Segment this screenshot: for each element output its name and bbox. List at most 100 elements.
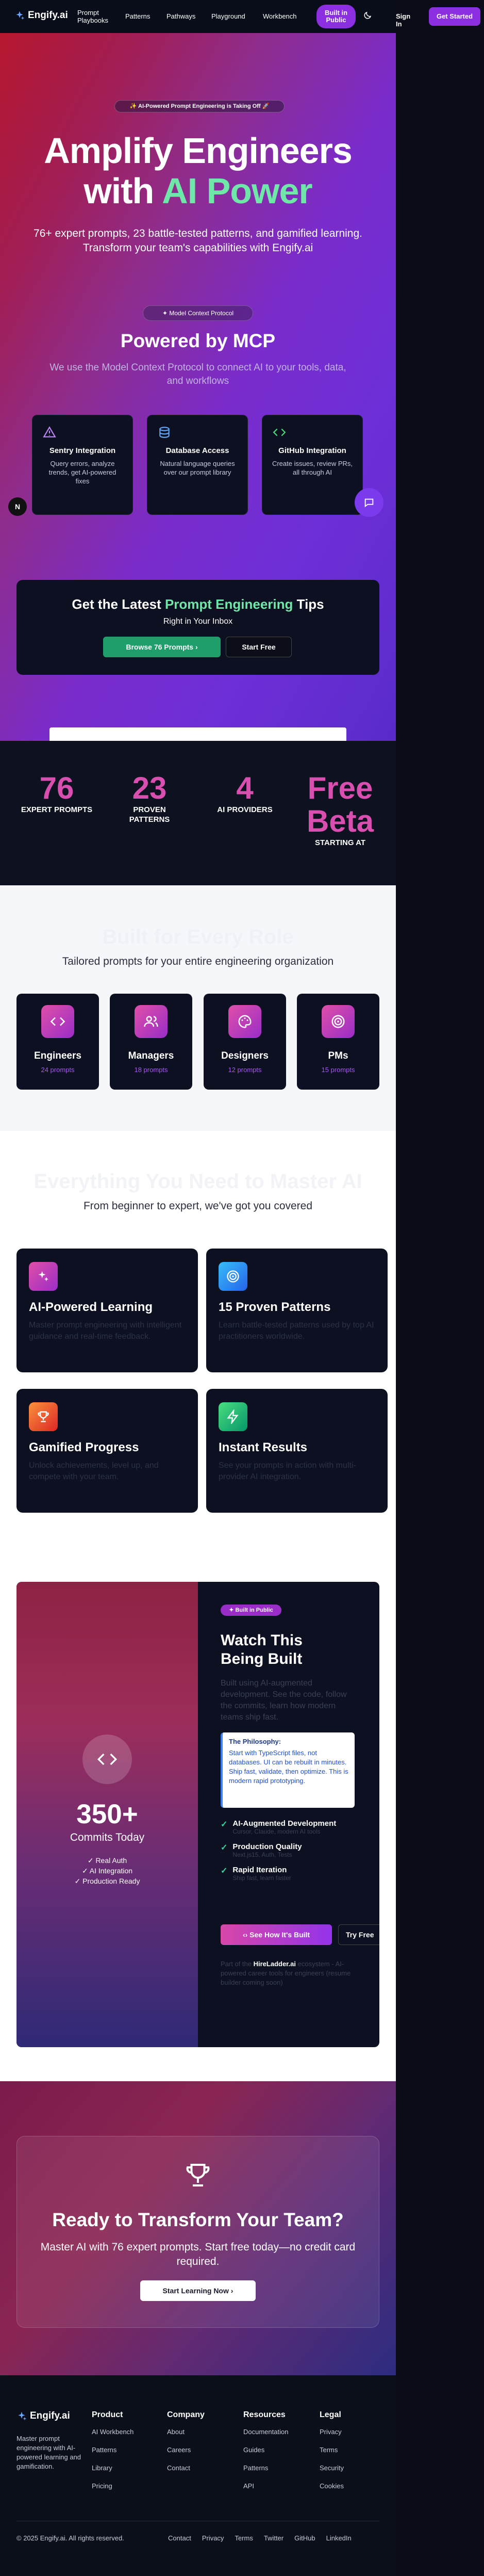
feature-card-gamified[interactable]: Gamified Progress Unlock achievements, l… (16, 1389, 198, 1513)
mcp-card-sentry[interactable]: Sentry Integration Query errors, analyze… (32, 415, 133, 515)
mcp-description: We use the Model Context Protocol to con… (49, 362, 346, 386)
sparkles-icon (18, 2411, 27, 2421)
footer-logo[interactable]: Engify.ai (16, 2410, 70, 2422)
commits-count: 350+ (76, 1799, 138, 1829)
role-card-engineers[interactable]: Engineers 24 prompts (16, 994, 99, 1090)
role-title: Managers (128, 1050, 174, 1061)
mcp-card-github[interactable]: GitHub Integration Create issues, review… (262, 415, 363, 515)
newsletter-title: Get the Latest Prompt Engineering Tips (72, 596, 324, 612)
nav-link-pathways[interactable]: Pathways (166, 12, 195, 20)
footer-link[interactable]: Patterns (92, 2446, 133, 2454)
code-icon (41, 1005, 74, 1038)
code-icon (82, 1735, 132, 1784)
built-left-panel: 350+ Commits Today ✓ Real Auth ✓ AI Inte… (16, 1582, 198, 2047)
nav-logo-text: Engify.ai (28, 10, 68, 21)
chat-icon[interactable] (355, 488, 383, 517)
sparkles-icon (16, 11, 25, 20)
footer-bottom-link[interactable]: LinkedIn (326, 2534, 352, 2542)
footer-bottom-link[interactable]: GitHub (294, 2534, 315, 2542)
hero-title-line2: with AI Power (84, 171, 313, 211)
trophy-icon (29, 1402, 58, 1431)
mcp-card-desc: Natural language queries over our prompt… (160, 460, 235, 476)
footer-link[interactable]: Careers (167, 2446, 205, 2454)
trophy-icon (182, 2160, 213, 2193)
footer-bottom-link[interactable]: Terms (235, 2534, 253, 2542)
feature-card-ai-learning[interactable]: AI-Powered Learning Master prompt engine… (16, 1249, 198, 1372)
n-badge-icon[interactable]: N (8, 497, 27, 516)
footer-link[interactable]: Security (320, 2464, 344, 2472)
database-icon (158, 426, 171, 439)
footer-col-resources: Resources Documentation Guides Patterns … (243, 2410, 289, 2490)
start-free-button[interactable]: Start Free (226, 637, 292, 657)
mcp-card-database[interactable]: Database Access Natural language queries… (147, 415, 248, 515)
footer-link[interactable]: Patterns (243, 2464, 288, 2472)
lightning-icon (219, 1402, 247, 1431)
feature-card-instant-results[interactable]: Instant Results See your prompts in acti… (206, 1389, 388, 1513)
feature-desc: Master prompt engineering with intellige… (29, 1321, 182, 1341)
role-card-designers[interactable]: Designers 12 prompts (204, 994, 286, 1090)
mcp-badge: ✦ Model Context Protocol (143, 305, 253, 321)
arrow-right-icon: › (195, 643, 198, 651)
moon-icon[interactable] (363, 11, 373, 21)
target-icon (322, 1005, 355, 1038)
hireladder-link[interactable]: HireLadder.ai (254, 1960, 296, 1968)
sparkles-icon (29, 1262, 58, 1291)
role-card-pms[interactable]: PMs 15 prompts (297, 994, 379, 1090)
hero-announcement-badge: ✨ AI-Powered Prompt Engineering is Takin… (114, 100, 285, 112)
footer-link[interactable]: AI Workbench (92, 2428, 133, 2436)
feature-desc: See your prompts in action with multi-pr… (219, 1461, 356, 1481)
try-free-button[interactable]: Try Free (338, 1924, 379, 1945)
see-how-built-button[interactable]: ‹› See How It's Built (221, 1924, 332, 1945)
commits-label: Commits Today (70, 1832, 145, 1843)
built-badge: ✦ Built in Public (221, 1605, 281, 1616)
footer-link[interactable]: Pricing (92, 2482, 133, 2490)
hero-title-accent: AI Power (162, 171, 313, 211)
feature-title: AI-Powered Learning (29, 1300, 153, 1314)
check-icon: ✓ (221, 1843, 228, 1852)
footer-link[interactable]: Terms (320, 2446, 344, 2454)
newsletter-subtitle: Right in Your Inbox (163, 617, 233, 626)
hero-title-line1: Amplify Engineers (44, 131, 353, 171)
footer-bottom-link[interactable]: Privacy (202, 2534, 224, 2542)
built-right-panel: ✦ Built in Public Watch This Being Built … (198, 1582, 379, 2047)
footer-link[interactable]: Library (92, 2464, 133, 2472)
nav-link-playground[interactable]: Playground (211, 12, 245, 20)
footer-link[interactable]: API (243, 2482, 288, 2490)
footer-bottom-link[interactable]: Twitter (264, 2534, 283, 2542)
footer-bottom-link[interactable]: Contact (168, 2534, 191, 2542)
footer-link[interactable]: Documentation (243, 2428, 288, 2436)
nav-link-patterns[interactable]: Patterns (125, 12, 150, 20)
nav-link-workbench[interactable]: Workbench (263, 12, 297, 20)
sign-in-link[interactable]: Sign In (396, 12, 410, 28)
stat-ai-providers: 4 AI PROVIDERS (217, 771, 273, 815)
check-icon: ✓ (221, 1867, 228, 1875)
role-count: 18 prompts (134, 1066, 168, 1074)
browse-prompts-button[interactable]: Browse 76 Prompts › (103, 637, 221, 657)
nav-logo[interactable]: Engify.ai (14, 10, 68, 21)
code-icon: ‹› (242, 1931, 250, 1939)
mcp-card-title: Database Access (165, 446, 229, 455)
footer-link[interactable]: About (167, 2428, 205, 2436)
features-title: Everything You Need to Master AI (34, 1170, 362, 1193)
feature-desc: Unlock achievements, level up, and compe… (29, 1461, 159, 1481)
footer-link[interactable]: Contact (167, 2464, 205, 2472)
right-dark-panel (396, 0, 484, 2576)
built-items: ✓ AI-Augmented Development Cursor, Claude,… (221, 1819, 337, 1882)
nav-link-prompt-playbooks[interactable]: Prompt Playbooks (77, 9, 119, 24)
footer-col-legal: Legal Privacy Terms Security Cookies (320, 2410, 344, 2490)
get-started-button[interactable]: Get Started (429, 7, 480, 26)
top-navbar: Engify.ai Prompt Playbooks Patterns Path… (0, 0, 480, 33)
footer-link[interactable]: Privacy (320, 2428, 344, 2436)
target-icon (219, 1262, 247, 1291)
built-in-public-card: 350+ Commits Today ✓ Real Auth ✓ AI Inte… (16, 1582, 379, 2047)
footer-link[interactable]: Cookies (320, 2482, 344, 2490)
role-card-managers[interactable]: Managers 18 prompts (110, 994, 192, 1090)
footer-link[interactable]: Guides (243, 2446, 288, 2454)
start-learning-button[interactable]: Start Learning Now › (140, 2280, 256, 2301)
feature-card-patterns[interactable]: 15 Proven Patterns Learn battle-tested p… (206, 1249, 388, 1372)
built-in-public-button[interactable]: Built in Public (316, 5, 356, 28)
mcp-card-desc: Create issues, review PRs, all through A… (272, 460, 353, 476)
palette-icon (228, 1005, 261, 1038)
cta-title: Ready to Transform Your Team? (52, 2209, 344, 2230)
footer-copyright: © 2025 Engify.ai. All rights reserved. (16, 2534, 124, 2542)
